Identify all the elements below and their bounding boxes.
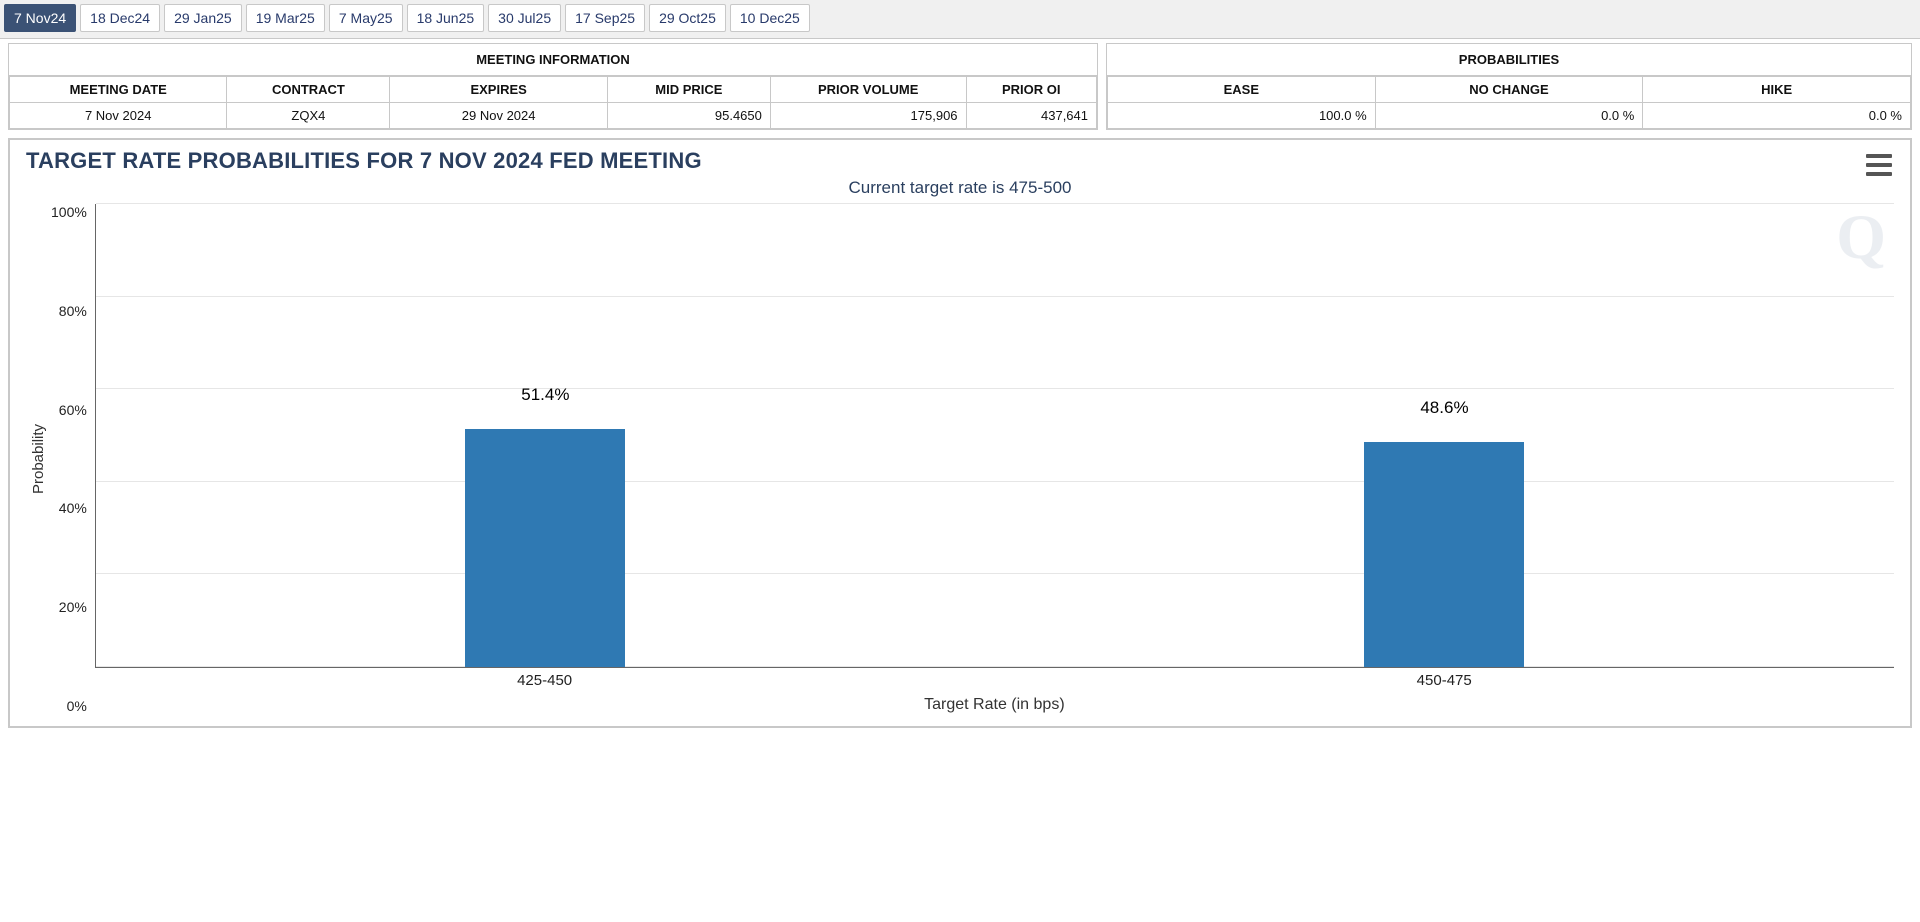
meeting-info-table: MEETING DATE CONTRACT EXPIRES MID PRICE … (9, 76, 1097, 129)
tab-17sep25[interactable]: 17 Sep25 (565, 4, 645, 32)
cell-mid-price: 95.4650 (607, 103, 770, 129)
y-axis-label: Probability (26, 204, 51, 714)
y-tick: 0% (67, 698, 87, 714)
y-tick: 60% (59, 402, 87, 418)
x-axis-label: Target Rate (in bps) (95, 696, 1894, 714)
cell-expires: 29 Nov 2024 (390, 103, 607, 129)
col-prior-volume: PRIOR VOLUME (770, 77, 966, 103)
col-expires: EXPIRES (390, 77, 607, 103)
gridline (96, 203, 1894, 204)
tab-7nov24[interactable]: 7 Nov24 (4, 4, 76, 32)
y-tick: 40% (59, 500, 87, 516)
cell-contract: ZQX4 (227, 103, 390, 129)
tab-29oct25[interactable]: 29 Oct25 (649, 4, 726, 32)
meeting-info-panel: MEETING INFORMATION MEETING DATE CONTRAC… (8, 43, 1098, 130)
bar-chart: 51.4% 48.6% (95, 204, 1894, 668)
probabilities-panel: PROBABILITIES EASE NO CHANGE HIKE 100.0 … (1106, 43, 1912, 130)
y-tick: 80% (59, 303, 87, 319)
cell-hike: 0.0 % (1643, 103, 1911, 129)
tab-19mar25[interactable]: 19 Mar25 (246, 4, 325, 32)
cell-no-change: 0.0 % (1375, 103, 1643, 129)
gridline (96, 573, 1894, 574)
chart-card: TARGET RATE PROBABILITIES FOR 7 NOV 2024… (8, 138, 1912, 728)
info-tables-row: MEETING INFORMATION MEETING DATE CONTRAC… (0, 39, 1920, 130)
gridline (96, 388, 1894, 389)
y-tick: 100% (51, 204, 87, 220)
gridline (96, 296, 1894, 297)
tab-18dec24[interactable]: 18 Dec24 (80, 4, 160, 32)
cell-ease: 100.0 % (1108, 103, 1376, 129)
probabilities-table: EASE NO CHANGE HIKE 100.0 % 0.0 % 0.0 % (1107, 76, 1911, 129)
tab-30jul25[interactable]: 30 Jul25 (488, 4, 561, 32)
bar-425-450[interactable]: 51.4% (465, 429, 625, 667)
y-axis-ticks: 100% 80% 60% 40% 20% 0% (51, 204, 95, 714)
col-prior-oi: PRIOR OI (966, 77, 1096, 103)
meeting-info-title: MEETING INFORMATION (9, 44, 1097, 76)
cell-meeting-date: 7 Nov 2024 (10, 103, 227, 129)
tab-10dec25[interactable]: 10 Dec25 (730, 4, 810, 32)
bar-value-label: 51.4% (521, 385, 569, 405)
gridline (96, 481, 1894, 482)
x-tick: 450-475 (1417, 672, 1472, 689)
chart-title: TARGET RATE PROBABILITIES FOR 7 NOV 2024… (26, 148, 1894, 174)
x-axis-ticks: 425-450 450-475 (95, 668, 1894, 692)
plot-area: Probability 100% 80% 60% 40% 20% 0% 51.4% 48.6… (26, 204, 1894, 714)
table-row: 7 Nov 2024 ZQX4 29 Nov 2024 95.4650 175,… (10, 103, 1097, 129)
col-no-change: NO CHANGE (1375, 77, 1643, 103)
bar-value-label: 48.6% (1420, 398, 1468, 418)
chart-menu-icon[interactable] (1866, 154, 1892, 176)
col-mid-price: MID PRICE (607, 77, 770, 103)
table-row: 100.0 % 0.0 % 0.0 % (1108, 103, 1911, 129)
bar-450-475[interactable]: 48.6% (1364, 442, 1524, 667)
tab-29jan25[interactable]: 29 Jan25 (164, 4, 242, 32)
cell-prior-oi: 437,641 (966, 103, 1096, 129)
meeting-date-tabs: 7 Nov2418 Dec2429 Jan2519 Mar257 May2518… (0, 0, 1920, 39)
col-contract: CONTRACT (227, 77, 390, 103)
gridline (96, 666, 1894, 667)
cell-prior-volume: 175,906 (770, 103, 966, 129)
col-hike: HIKE (1643, 77, 1911, 103)
col-ease: EASE (1108, 77, 1376, 103)
tab-18jun25[interactable]: 18 Jun25 (407, 4, 485, 32)
chart-subtitle: Current target rate is 475-500 (26, 178, 1894, 198)
tab-7may25[interactable]: 7 May25 (329, 4, 403, 32)
col-meeting-date: MEETING DATE (10, 77, 227, 103)
x-tick: 425-450 (517, 672, 572, 689)
probabilities-title: PROBABILITIES (1107, 44, 1911, 76)
y-tick: 20% (59, 599, 87, 615)
